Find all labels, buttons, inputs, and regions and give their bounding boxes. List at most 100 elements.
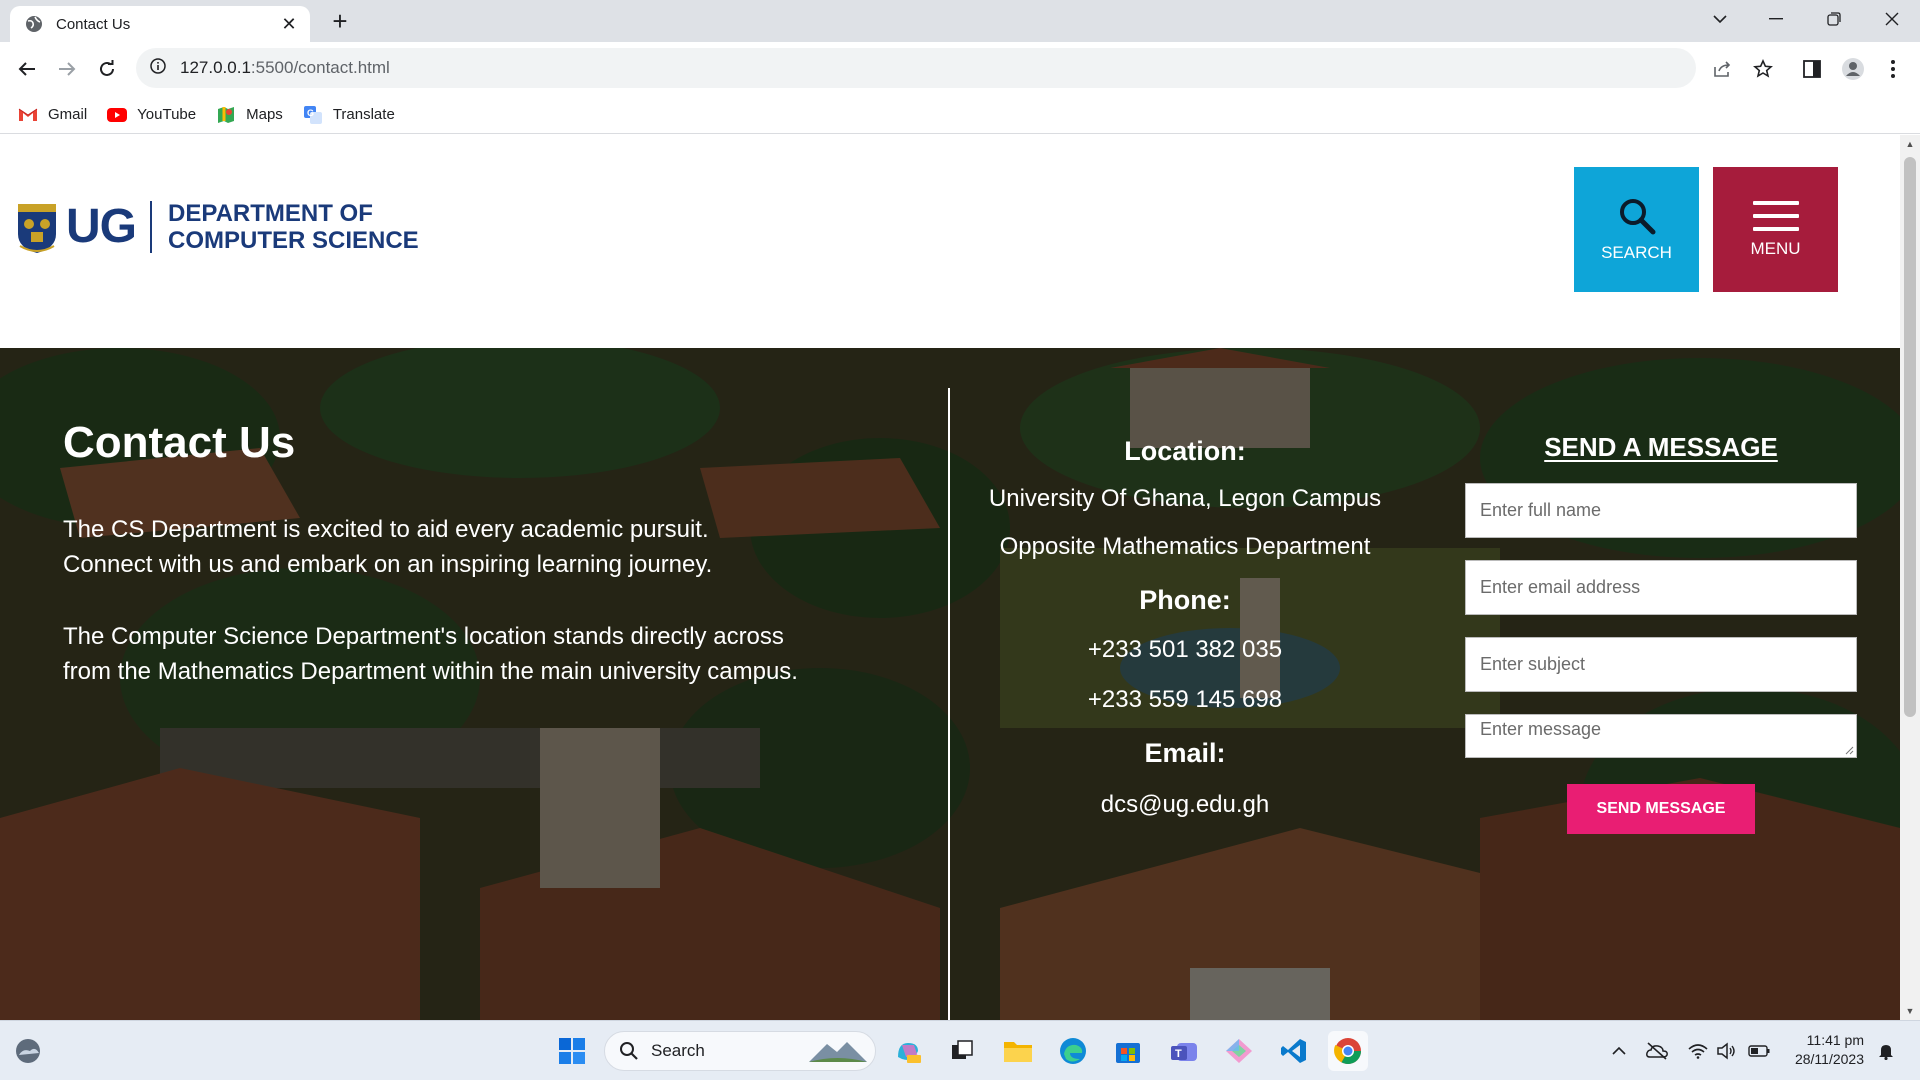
edge-browser-icon[interactable] [1053,1031,1093,1071]
chrome-icon[interactable] [1328,1031,1368,1071]
intro-paragraph-1: The CS Department is excited to aid ever… [63,516,713,578]
back-icon[interactable] [10,52,44,86]
address-bar[interactable]: 127.0.0.1:5500/contact.html [136,48,1696,88]
phone-number-1[interactable]: +233 501 382 035 [960,636,1410,664]
tab-search-chevron-icon[interactable] [1692,0,1748,38]
contact-info: Location: University Of Ghana, Legon Cam… [960,436,1410,819]
site-header: UG DEPARTMENT OF COMPUTER SCIENCE SEARCH… [0,135,1900,348]
phone-heading: Phone: [1139,585,1231,615]
show-hidden-icons-chevron-icon[interactable] [1604,1033,1634,1069]
bookmarks-bar: Gmail YouTube Maps G Translate [0,96,1920,134]
page-viewport: UG DEPARTMENT OF COMPUTER SCIENCE SEARCH… [0,135,1900,1020]
form-title: SEND A MESSAGE [1544,432,1778,462]
search-icon [620,1042,638,1060]
browser-tab[interactable]: Contact Us ✕ [10,6,310,42]
university-crest-icon [18,203,56,253]
svg-text:T: T [1175,1048,1182,1060]
kebab-menu-icon[interactable] [1876,52,1910,86]
widgets-weather-icon[interactable] [8,1031,48,1071]
battery-icon[interactable] [1744,1033,1774,1069]
info-icon[interactable] [150,57,166,79]
clock-time: 11:41 pm [1806,1032,1864,1048]
full-name-input[interactable]: Enter full name [1465,483,1857,538]
profile-avatar-icon[interactable] [1836,52,1870,86]
wifi-icon[interactable] [1684,1033,1712,1069]
email-input[interactable]: Enter email address [1465,560,1857,615]
restore-icon[interactable] [1806,0,1862,38]
subject-input[interactable]: Enter subject [1465,637,1857,692]
copilot-icon[interactable] [888,1031,928,1071]
bookmark-label: YouTube [137,106,197,123]
email-address[interactable]: dcs@ug.edu.gh [960,791,1410,819]
taskbar-search[interactable]: Search [604,1031,876,1071]
logo-ug-text: UG [66,200,137,253]
minimize-icon[interactable] [1748,0,1804,38]
taskbar-search-label: Search [651,1041,705,1060]
bookmark-star-icon[interactable] [1746,52,1780,86]
system-clock[interactable]: 11:41 pm 28/11/2023 [1784,1031,1864,1069]
menu-button[interactable]: MENU [1713,167,1838,292]
clock-date: 28/11/2023 [1794,1051,1864,1067]
file-explorer-icon[interactable] [998,1031,1038,1071]
url-text: 127.0.0.1:5500/contact.html [180,58,390,77]
scroll-up-arrow-icon[interactable]: ▲ [1900,135,1920,153]
column-divider [948,388,950,1020]
bookmark-label: Maps [246,106,283,123]
resize-handle-icon[interactable] [1844,745,1854,755]
volume-icon[interactable] [1712,1033,1740,1069]
forward-icon[interactable] [50,52,84,86]
reload-icon[interactable] [90,52,124,86]
page-title: Contact Us [63,418,296,467]
teams-icon[interactable]: T [1164,1031,1204,1071]
tab-title: Contact Us [56,15,131,33]
gmail-icon [18,107,38,123]
search-button-label: SEARCH [1601,242,1672,262]
bookmark-translate[interactable]: G Translate [303,105,395,124]
new-tab-button[interactable]: + [326,8,354,36]
tab-strip: Contact Us ✕ + [0,0,1920,42]
intro-paragraph-2: The Computer Science Department's locati… [63,623,798,685]
search-highlight-mountain-icon [809,1042,867,1062]
message-textarea[interactable]: Enter message [1465,714,1857,758]
side-panel-icon[interactable] [1795,52,1829,86]
contact-form: SEND A MESSAGE Enter full name Enter ema… [1465,432,1857,834]
close-window-icon[interactable] [1864,0,1920,38]
site-logo[interactable]: UG DEPARTMENT OF COMPUTER SCIENCE [16,199,419,254]
globe-icon [24,14,44,34]
dev-home-icon[interactable] [1219,1031,1259,1071]
contact-intro: Contact Us The CS Department is excited … [63,418,923,689]
menu-button-label: MENU [1750,238,1801,258]
translate-icon: G [303,105,323,124]
share-icon[interactable] [1706,52,1740,86]
vscode-icon[interactable] [1274,1031,1314,1071]
microsoft-store-icon[interactable] [1108,1031,1148,1071]
department-name: DEPARTMENT OF COMPUTER SCIENCE [168,199,419,254]
contact-hero: Contact Us The CS Department is excited … [0,348,1900,1020]
close-tab-icon[interactable]: ✕ [278,14,300,35]
location-line-1: University Of Ghana, Legon Campus [988,485,1382,512]
bookmark-label: Translate [332,106,395,123]
windows-start-icon[interactable] [552,1031,592,1071]
hamburger-icon [1752,200,1799,231]
onedrive-offline-icon[interactable] [1642,1033,1672,1069]
maps-icon [216,106,236,123]
message-placeholder: Enter message [1480,719,1602,739]
youtube-icon [107,107,128,123]
bookmark-maps[interactable]: Maps [216,106,283,123]
bookmark-gmail[interactable]: Gmail [18,106,87,123]
notification-bell-icon[interactable] [1872,1033,1900,1069]
bookmark-youtube[interactable]: YouTube [107,106,196,123]
send-message-button[interactable]: SEND MESSAGE [1567,784,1755,834]
email-heading: Email: [1144,738,1226,768]
scroll-down-arrow-icon[interactable]: ▼ [1900,1002,1920,1020]
scrollbar-thumb[interactable] [1904,157,1916,717]
search-icon [1619,198,1655,234]
browser-toolbar: 127.0.0.1:5500/contact.html [0,42,1920,96]
logo-divider [150,200,152,253]
location-heading: Location: [1124,436,1246,466]
page-scrollbar[interactable]: ▲ ▼ [1900,135,1920,1020]
search-button[interactable]: SEARCH [1574,167,1699,292]
task-view-icon[interactable] [942,1031,982,1071]
phone-number-2[interactable]: +233 559 145 698 [960,686,1410,714]
location-line-2: Opposite Mathematics Department [999,533,1371,560]
